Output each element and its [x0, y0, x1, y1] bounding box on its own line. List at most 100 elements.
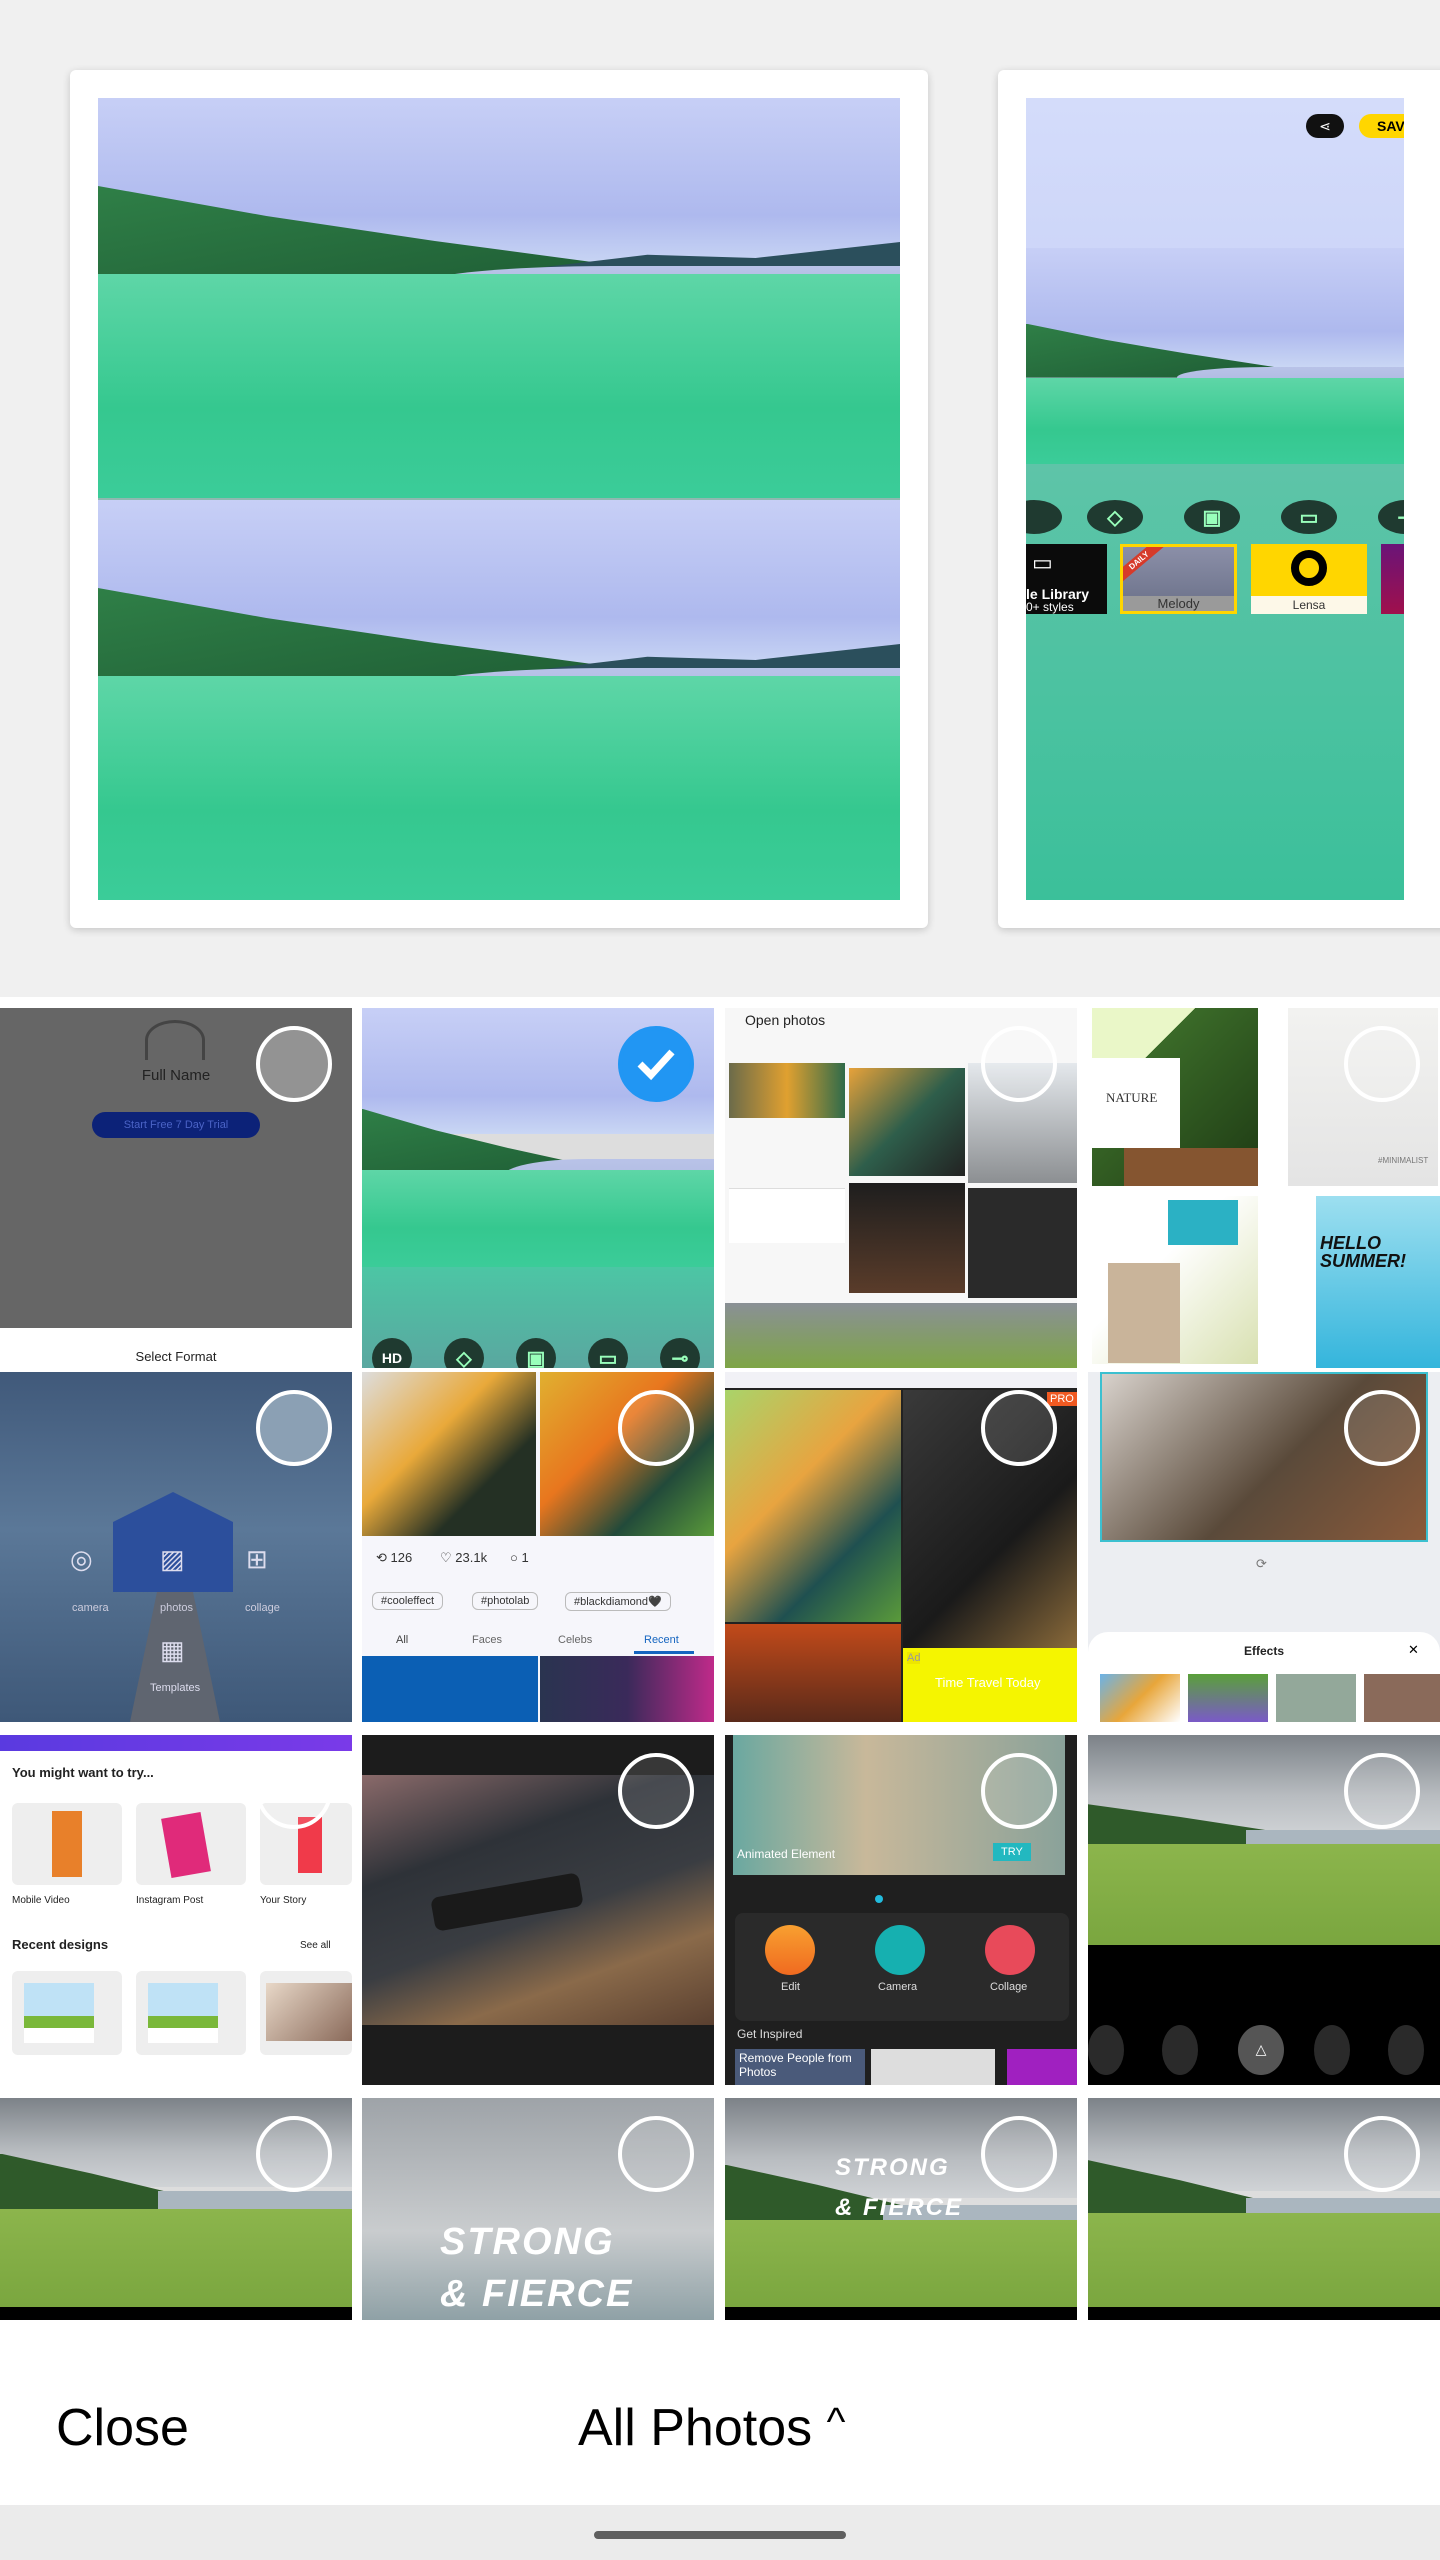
art-image-bottom [98, 500, 900, 900]
photo-tile[interactable] [362, 1735, 714, 2085]
style-item-melody[interactable]: DAILY Melody [1120, 544, 1237, 614]
select-circle[interactable] [1344, 1390, 1420, 1466]
style-subtitle: 0+ styles [1026, 600, 1074, 614]
select-format-label: Select Format [135, 1349, 217, 1364]
tag-chip: #photolab [472, 1592, 539, 1610]
action-label: Edit [781, 1981, 800, 1993]
checkmark-icon [637, 1049, 675, 1081]
templates-icon: ▦ [160, 1635, 185, 1665]
frame-icon[interactable]: ▣ [1184, 500, 1240, 534]
photo-tile[interactable]: STRONG & FIERCE [725, 2098, 1077, 2320]
photo-tile[interactable]: ◎ camera ▨ photos ⊞ collage ▦ Templates [0, 1372, 352, 1722]
hdr-icon: △ [1238, 2025, 1284, 2075]
highlights-icon [1388, 2025, 1424, 2075]
camera-label: camera [72, 1602, 109, 1614]
share-button[interactable]: ⋖ [1306, 114, 1344, 138]
album-selector[interactable]: All Photos ^ [578, 2398, 845, 2458]
select-circle[interactable] [618, 1753, 694, 1829]
style-item-library[interactable]: ▭ le Library 0+ styles [1026, 544, 1107, 614]
get-inspired-heading: Get Inspired [737, 2027, 803, 2041]
effects-panel-title: Effects [1243, 1644, 1284, 1658]
photo-grid: Full Name Start Free 7 Day Trial Select … [0, 997, 1440, 2330]
photo-tile[interactable]: ⟳ Effects ✕ [1088, 1372, 1440, 1722]
preview-card-main[interactable] [70, 70, 928, 928]
select-circle[interactable] [981, 1753, 1057, 1829]
photo-tile[interactable]: PRO Ad Time Travel Today [725, 1372, 1077, 1722]
photos-icon: ▨ [160, 1544, 185, 1574]
rotate-icon: ⟳ [1256, 1556, 1267, 1571]
select-circle[interactable] [1344, 1026, 1420, 1102]
select-circle[interactable] [1344, 1753, 1420, 1829]
caption-text: STRONG & FIERCE [835, 2154, 964, 2221]
collage-icon: ⊞ [246, 1544, 268, 1574]
photo-tile[interactable]: STRONG & FIERCE [362, 2098, 714, 2320]
save-button[interactable]: SAV [1359, 114, 1404, 138]
select-circle[interactable] [618, 2116, 694, 2192]
format-label: Your Story [260, 1895, 307, 1906]
ad-text: Time Travel Today [935, 1675, 1041, 1690]
layers-icon[interactable]: ◇ [1087, 500, 1143, 534]
select-circle[interactable] [256, 2116, 332, 2192]
art-image-top [98, 98, 900, 498]
ad-badge: Ad [907, 1652, 921, 1664]
try-button: TRY [993, 1843, 1031, 1861]
photo-tile[interactable]: HD ◇ ▣ ▭ ⊸ [362, 1008, 714, 1368]
photo-tile[interactable] [0, 2098, 352, 2320]
gallery-icon[interactable]: ▭ [1281, 500, 1337, 534]
editor-screenshot: ⋖ SAV ◇ ▣ ▭ ⊸ ▭ le Library 0+ styles DAI… [1026, 98, 1404, 900]
photo-tile[interactable]: Open photos [725, 1008, 1077, 1368]
select-circle[interactable] [1344, 2116, 1420, 2192]
edit-icon [765, 1925, 815, 1975]
select-circle[interactable] [981, 1026, 1057, 1102]
recent-designs-heading: Recent designs [12, 1937, 109, 1952]
select-circle[interactable] [981, 2116, 1057, 2192]
tag-chip: #blackdiamond🖤 [565, 1592, 671, 1611]
collage-label: collage [245, 1602, 280, 1614]
trial-button: Start Free 7 Day Trial [92, 1112, 260, 1138]
format-label: Instagram Post [136, 1895, 204, 1906]
repost-count: ⟲ 126 [376, 1550, 413, 1565]
select-circle-checked[interactable] [618, 1026, 694, 1102]
style-title: Melody [1123, 596, 1234, 611]
photo-tile[interactable]: ⟲ 126 ♡ 23.1k ○ 1 #cooleffect #photolab … [362, 1372, 714, 1722]
try-heading: You might want to try... [12, 1765, 154, 1780]
collage-icon [985, 1925, 1035, 1975]
select-circle[interactable] [618, 1390, 694, 1466]
hello-summer-text: HELLO SUMMER! [1320, 1233, 1406, 1271]
like-count: ♡ 23.1k [440, 1550, 488, 1565]
photo-tile[interactable]: You might want to try... Mobile Video In… [0, 1735, 352, 2085]
preview-card-second[interactable]: ⋖ SAV ◇ ▣ ▭ ⊸ ▭ le Library 0+ styles DAI… [998, 70, 1440, 928]
daily-badge: DAILY [1123, 547, 1166, 584]
tab-recent: Recent [644, 1634, 679, 1646]
bottom-bar: Close All Photos ^ [0, 2330, 1440, 2505]
close-button[interactable]: Close [56, 2398, 189, 2458]
camera-icon [875, 1925, 925, 1975]
select-circle[interactable] [256, 1753, 332, 1829]
photo-tile[interactable]: Full Name Start Free 7 Day Trial Select … [0, 1008, 352, 1368]
open-photos-label: Open photos [745, 1012, 826, 1028]
animated-element-banner: Animated Element [737, 1847, 836, 1861]
photos-label: photos [160, 1602, 194, 1614]
inspired-card-text: Remove People from Photos [739, 2051, 852, 2079]
photo-tile[interactable]: NATURE #MINIMALIST HELLO SUMMER! [1088, 1008, 1440, 1368]
see-all-link: See all [300, 1940, 331, 1951]
tab-faces: Faces [472, 1634, 502, 1646]
photo-tile[interactable] [1088, 2098, 1440, 2320]
action-label: Camera [878, 1981, 918, 1993]
select-circle[interactable] [256, 1390, 332, 1466]
system-nav-bar [0, 2505, 1440, 2560]
select-circle[interactable] [256, 1026, 332, 1102]
tab-all: All [396, 1634, 409, 1646]
photo-tile[interactable]: Animated Element TRY Edit Camera Collage… [725, 1735, 1077, 2085]
home-handle[interactable] [594, 2531, 846, 2539]
select-circle[interactable] [981, 1390, 1057, 1466]
album-label: All Photos [578, 2399, 813, 2457]
photo-tile[interactable]: △ [1088, 1735, 1440, 2085]
nature-template-text: NATURE [1106, 1090, 1158, 1105]
style-item-lensa[interactable]: Lensa [1251, 544, 1367, 614]
share-icon: ⋖ [1319, 118, 1331, 134]
chevron-up-icon: ^ [826, 2400, 846, 2444]
tab-celebs: Celebs [558, 1634, 593, 1646]
contrast-icon [1162, 2025, 1198, 2075]
format-label: Mobile Video [12, 1895, 70, 1906]
